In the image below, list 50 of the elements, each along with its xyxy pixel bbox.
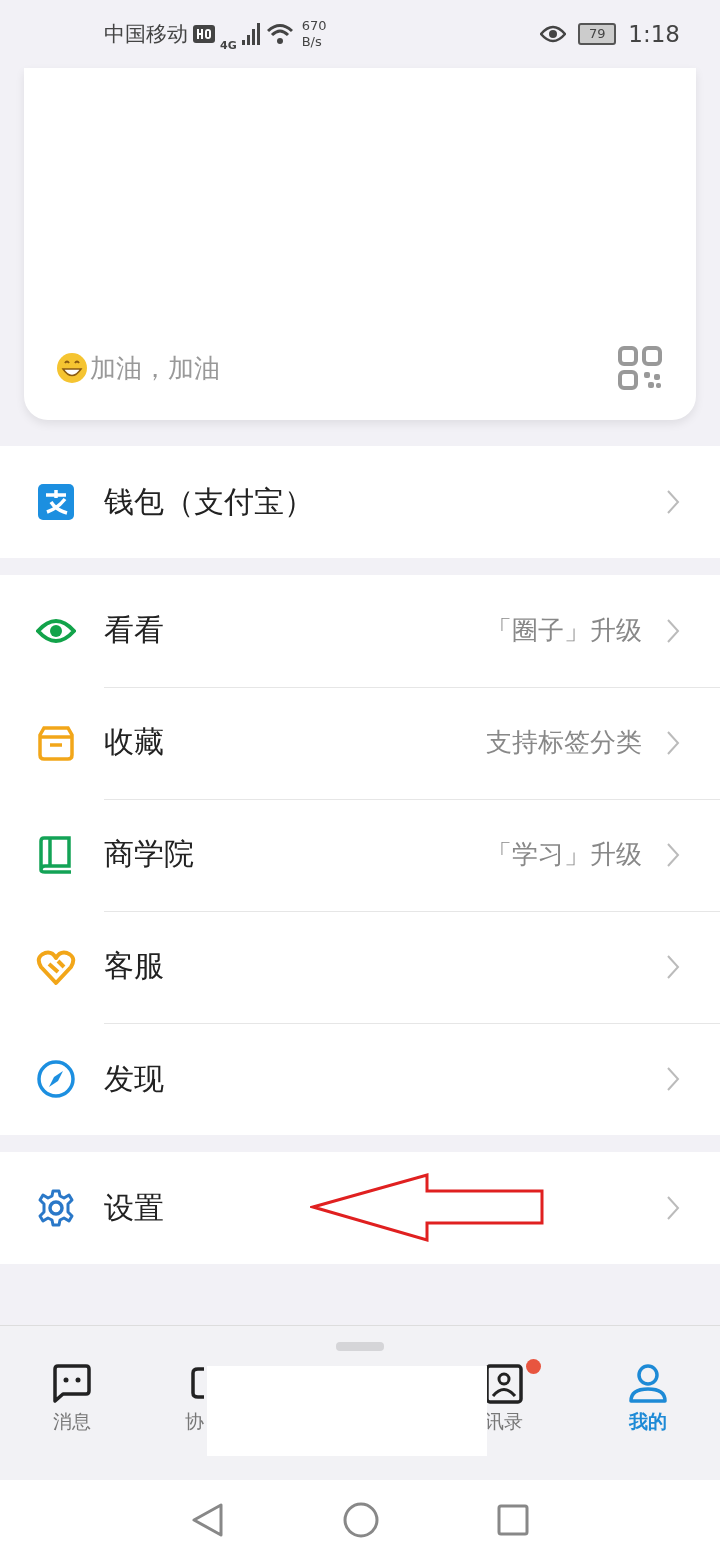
menu-item[interactable]: 发现 xyxy=(0,1023,720,1135)
chevron-right-icon xyxy=(666,1066,680,1092)
chevron-right-icon xyxy=(666,1195,680,1221)
person-icon xyxy=(627,1363,669,1405)
chevron-right-icon xyxy=(666,489,680,515)
clock: 1:18 xyxy=(628,21,680,47)
emoji-icon xyxy=(56,352,88,384)
chevron-right-icon xyxy=(666,729,680,756)
carrier-name: 中国移动 xyxy=(104,21,188,48)
network-type: 4G xyxy=(220,38,237,52)
qr-code-icon[interactable] xyxy=(618,346,662,390)
menu-item[interactable]: 客服 xyxy=(0,911,720,1023)
menu-item[interactable]: 收藏 支持标签分类 xyxy=(0,687,720,799)
menu-hint: 支持标签分类 xyxy=(486,726,642,759)
menu-label: 设置 xyxy=(104,1188,164,1227)
speed-unit: B/s xyxy=(301,34,323,50)
chevron-right-icon xyxy=(666,953,680,980)
folder-icon xyxy=(36,723,76,763)
recents-icon[interactable] xyxy=(497,1504,529,1536)
battery-indicator: 79 xyxy=(578,23,617,45)
menu-item[interactable]: 钱包（支付宝） xyxy=(0,446,720,558)
menu-label: 商学院 xyxy=(104,835,194,873)
chevron-right-icon xyxy=(666,841,680,868)
gear-icon xyxy=(36,1188,76,1228)
wallet-icon xyxy=(36,482,76,522)
menu-hint: 「圈子」升级 xyxy=(486,614,642,647)
signature-text: 加油，加油 xyxy=(90,351,220,385)
nav-tab[interactable]: 消息 xyxy=(51,1363,93,1435)
menu-label: 钱包（支付宝） xyxy=(104,482,314,521)
menu-label: 看看 xyxy=(104,611,164,649)
menu-label: 收藏 xyxy=(104,723,164,761)
chat-icon xyxy=(51,1363,93,1405)
menu-item[interactable]: 设置 xyxy=(0,1152,720,1264)
wifi-icon xyxy=(266,23,293,45)
nav-tab[interactable]: 协 xyxy=(185,1363,204,1435)
drag-handle[interactable] xyxy=(336,1342,384,1351)
hd-icon xyxy=(193,25,215,43)
back-icon[interactable] xyxy=(191,1502,225,1538)
signal-icon xyxy=(241,23,262,45)
menu-label: 客服 xyxy=(104,947,164,985)
menu-item[interactable]: 商学院 「学习」升级 xyxy=(0,799,720,911)
home-icon[interactable] xyxy=(343,1502,379,1538)
compass-icon xyxy=(36,1059,76,1099)
menu-item[interactable]: 看看 「圈子」升级 xyxy=(0,575,720,687)
chevron-right-icon xyxy=(666,617,680,644)
menu-hint: 「学习」升级 xyxy=(486,838,642,871)
nav-tab[interactable]: 讯录 xyxy=(483,1363,525,1435)
menu-label: 发现 xyxy=(104,1059,164,1098)
eye-icon xyxy=(540,25,567,43)
speed-value: 670 xyxy=(301,18,327,34)
